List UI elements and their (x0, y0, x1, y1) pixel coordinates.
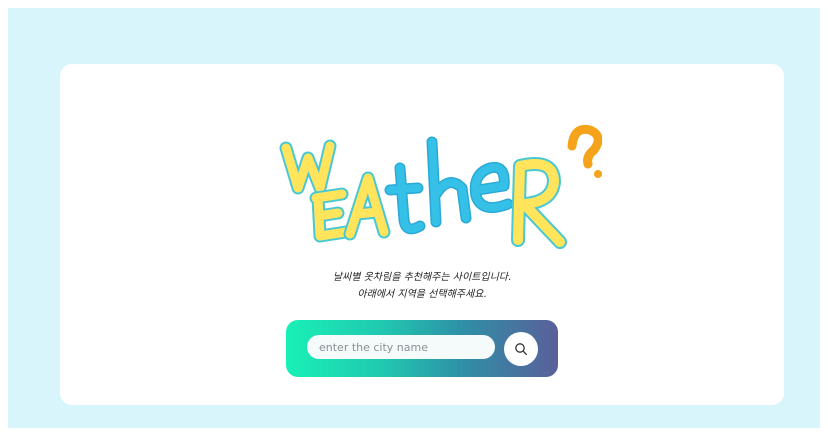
site-description: 날씨별 옷차림을 추천해주는 사이트입니다. 아래에서 지역을 선택해주세요. (60, 269, 784, 303)
search-icon (515, 343, 528, 356)
logo-letter-e (309, 187, 353, 243)
logo-letter-t (384, 162, 426, 235)
logo-letter-r (511, 157, 567, 249)
search-button[interactable] (504, 332, 538, 366)
main-card: 날씨별 옷차림을 추천해주는 사이트입니다. 아래에서 지역을 선택해주세요. (60, 64, 784, 405)
logo-letter-a (343, 171, 391, 241)
question-mark-icon (567, 124, 602, 178)
description-line-1: 날씨별 옷차림을 추천해주는 사이트입니다. (332, 272, 512, 283)
weather-logo (272, 118, 602, 252)
weather-logo-graphic (279, 124, 602, 249)
description-line-2: 아래에서 지역을 선택해주세요. (357, 289, 487, 300)
logo-letter-w (279, 139, 337, 195)
search-panel (286, 320, 558, 377)
city-search-input[interactable] (307, 335, 495, 359)
logo-letter-e2 (469, 161, 514, 214)
page-background: 날씨별 옷차림을 추천해주는 사이트입니다. 아래에서 지역을 선택해주세요. (8, 8, 820, 428)
logo-letter-h (426, 136, 472, 228)
